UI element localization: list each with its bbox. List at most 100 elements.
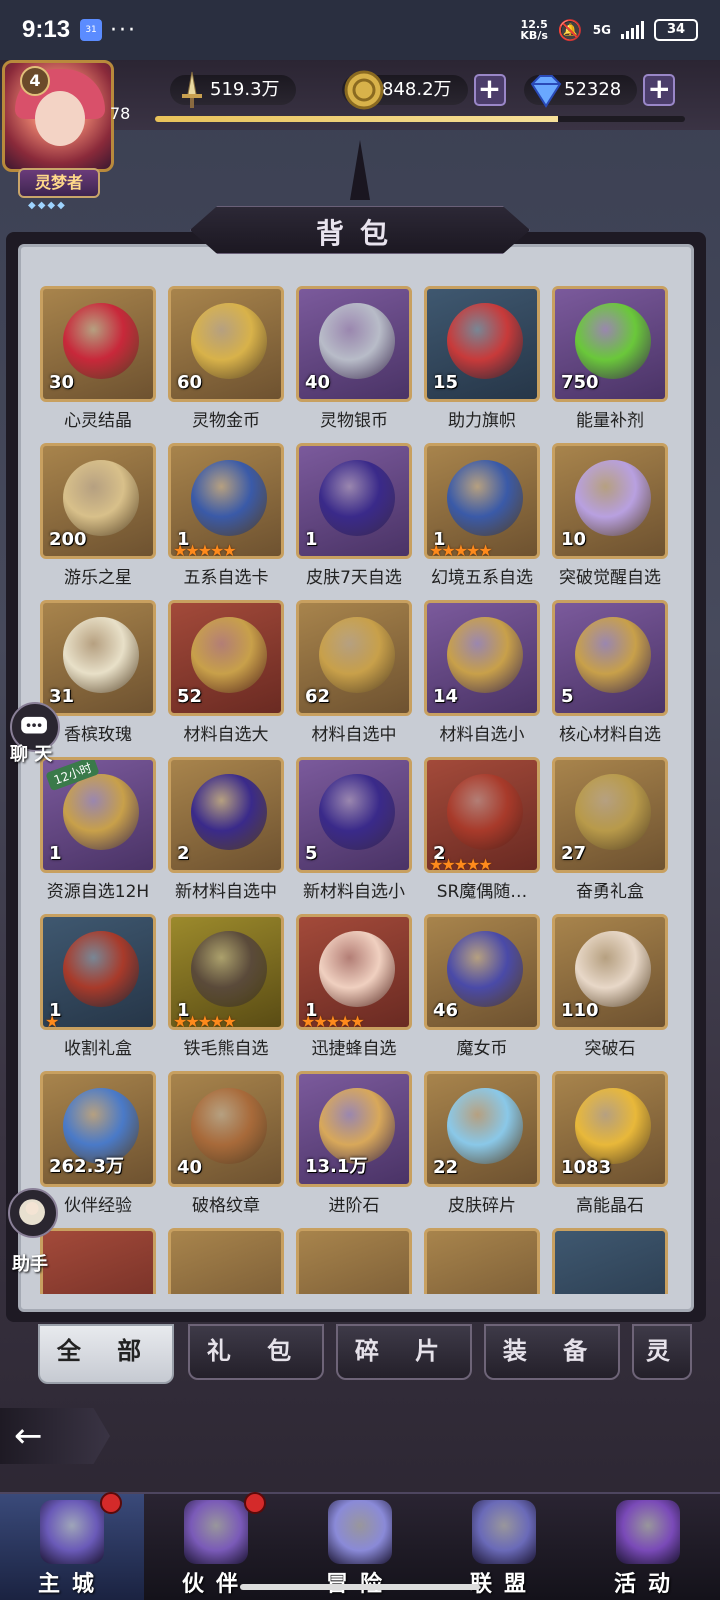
tab-fragments[interactable]: 碎 片 — [336, 1324, 472, 1380]
signal-label: 5G — [592, 23, 611, 37]
assistant-avatar-icon — [19, 1199, 45, 1225]
events-icon — [616, 1500, 680, 1564]
item-icon — [319, 460, 395, 536]
item-name: 新材料自选小 — [303, 882, 405, 902]
adventure-icon — [328, 1500, 392, 1564]
nav-events[interactable]: 活动 — [576, 1494, 720, 1600]
item-tile[interactable]: 46 — [424, 914, 540, 1030]
item-icon — [191, 303, 267, 379]
item-count: 1083 — [561, 1157, 612, 1178]
avatar-face — [35, 91, 85, 146]
home-indicator — [240, 1584, 480, 1590]
item-tile[interactable]: 1083 — [552, 1071, 668, 1187]
network-speed-unit: KB/s — [520, 29, 548, 42]
player-avatar[interactable] — [2, 60, 114, 172]
tab-spirit[interactable]: 灵 — [632, 1324, 692, 1380]
item-icon — [447, 774, 523, 850]
add-gold-button[interactable]: + — [473, 74, 506, 106]
item-tile[interactable]: 2 — [168, 757, 284, 873]
item-count: 262.3万 — [49, 1156, 124, 1177]
nav-main-city[interactable]: 主城 — [0, 1492, 144, 1600]
player-rank: 灵梦者 — [18, 168, 100, 198]
item-count: 52 — [177, 686, 203, 707]
item-tile[interactable]: 2 ★★★★★ — [424, 757, 540, 873]
item-tile[interactable]: 15 — [424, 286, 540, 402]
item-tile[interactable]: 52 — [168, 600, 284, 716]
item-tile[interactable] — [40, 1228, 156, 1294]
item-tile[interactable]: 40 — [168, 1071, 284, 1187]
item-tile[interactable]: 60 — [168, 286, 284, 402]
item-name: SR魔偶随… — [436, 882, 528, 902]
item-tile[interactable]: 27 — [552, 757, 668, 873]
item-tile[interactable]: 14 — [424, 600, 540, 716]
item-tile[interactable]: 62 — [296, 600, 412, 716]
item-tile[interactable]: 31 — [40, 600, 156, 716]
item-name: 铁毛熊自选 — [183, 1039, 269, 1059]
item-tile[interactable]: 750 — [552, 286, 668, 402]
item-tile[interactable]: 1 ★★★★★ — [296, 914, 412, 1030]
chat-label[interactable]: 聊 天 — [10, 740, 52, 766]
item-tile[interactable]: 22 — [424, 1071, 540, 1187]
item-tile[interactable]: 13.1万 — [296, 1071, 412, 1187]
item-icon — [575, 303, 651, 379]
tab-equipment[interactable]: 装 备 — [484, 1324, 620, 1380]
back-button[interactable]: ← — [0, 1408, 110, 1464]
item-count: 13.1万 — [305, 1156, 368, 1177]
item-tile[interactable]: 110 — [552, 914, 668, 1030]
item-tile[interactable]: 40 — [296, 286, 412, 402]
item-star-rating: ★★★★★ — [429, 541, 493, 559]
item-icon — [191, 1088, 267, 1164]
item-name: 心灵结晶 — [64, 411, 132, 431]
item-name: 游乐之星 — [64, 568, 132, 588]
item-tile[interactable]: 1 ★ — [40, 914, 156, 1030]
item-tile[interactable]: 200 — [40, 443, 156, 559]
item-star-rating: ★ — [45, 1012, 59, 1030]
item-star-rating: ★★★★★ — [429, 855, 493, 873]
page-title: 背包 — [315, 217, 404, 250]
item-name: 魔女币 — [456, 1039, 508, 1059]
assistant-button[interactable] — [8, 1188, 58, 1238]
item-count: 5 — [561, 686, 574, 707]
item-name: 能量补剂 — [576, 411, 644, 431]
item-name: 新材料自选中 — [175, 882, 277, 902]
item-icon — [447, 303, 523, 379]
item-name: 突破觉醒自选 — [559, 568, 661, 588]
tab-all[interactable]: 全 部 — [38, 1324, 174, 1384]
add-diamond-button[interactable]: + — [643, 74, 676, 106]
item-tile[interactable] — [296, 1228, 412, 1294]
item-icon — [575, 774, 651, 850]
assistant-label[interactable]: 助手 — [12, 1250, 48, 1276]
item-tile[interactable]: 30 — [40, 286, 156, 402]
item-tile[interactable]: 1 — [296, 443, 412, 559]
partners-icon — [184, 1500, 248, 1564]
item-name: 进阶石 — [328, 1196, 380, 1216]
item-name: 皮肤7天自选 — [306, 568, 402, 588]
item-icon — [191, 931, 267, 1007]
item-icon — [63, 931, 139, 1007]
notification-dot — [100, 1492, 122, 1514]
item-icon — [63, 774, 139, 850]
item-tile[interactable]: 12小时 1 — [40, 757, 156, 873]
item-star-rating: ★★★★★ — [301, 1012, 365, 1030]
diamond-icon — [530, 75, 562, 108]
item-tile[interactable]: 1 ★★★★★ — [168, 914, 284, 1030]
tab-gift-packs[interactable]: 礼 包 — [188, 1324, 324, 1380]
item-tile[interactable]: 262.3万 — [40, 1071, 156, 1187]
item-tile[interactable] — [168, 1228, 284, 1294]
nav-label: 伙伴 — [181, 1572, 250, 1597]
item-tile[interactable]: 5 — [296, 757, 412, 873]
item-tile[interactable]: 1 ★★★★★ — [168, 443, 284, 559]
item-tile[interactable] — [424, 1228, 540, 1294]
item-icon — [191, 460, 267, 536]
item-count: 2 — [177, 843, 190, 864]
calendar-icon: 31 — [80, 19, 103, 41]
item-count: 22 — [433, 1157, 459, 1178]
item-tile[interactable]: 5 — [552, 600, 668, 716]
item-count: 1 — [49, 843, 62, 864]
item-tile[interactable]: 10 — [552, 443, 668, 559]
item-tile[interactable] — [552, 1228, 668, 1294]
panel-spire-ornament — [350, 140, 370, 200]
item-count: 60 — [177, 372, 203, 393]
item-icon — [319, 931, 395, 1007]
item-tile[interactable]: 1 ★★★★★ — [424, 443, 540, 559]
